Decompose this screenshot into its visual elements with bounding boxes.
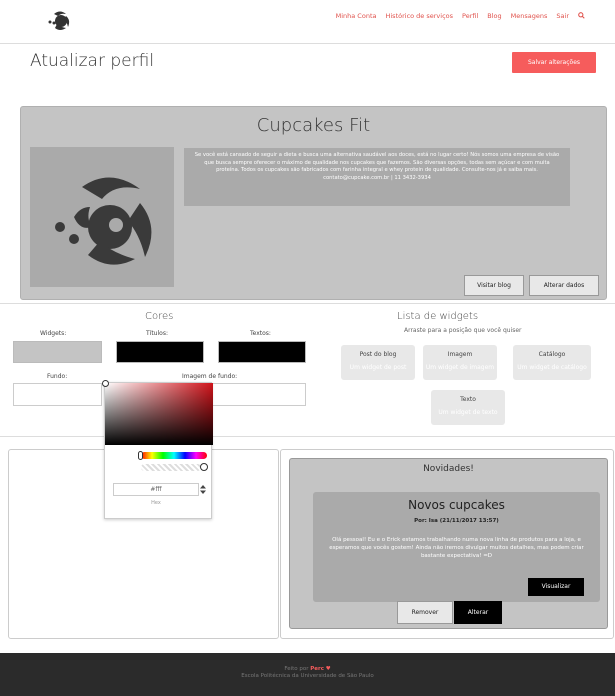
hue-handle[interactable] [138, 451, 143, 460]
news-post-card: Novos cupcakes Por: Isa (21/11/2017 13:5… [313, 492, 600, 602]
widget-text[interactable]: Texto Um widget de texto [431, 390, 505, 425]
widgets-color-label: Widgets: [40, 330, 67, 337]
nav-minha-conta[interactable]: Minha Conta [336, 12, 377, 20]
nav-mensagens[interactable]: Mensagens [511, 12, 548, 20]
store-logo-image[interactable] [30, 147, 174, 287]
alpha-handle[interactable] [200, 463, 208, 471]
news-title: Novidades! [423, 464, 474, 474]
made-by-text: Feito por [284, 666, 309, 672]
widget-subtitle: Um widget de imagem [425, 364, 495, 371]
widgets-color-swatch[interactable] [13, 341, 102, 363]
store-description: Se você está cansado de seguir a dieta e… [184, 148, 570, 206]
widget-subtitle: Um widget de post [349, 364, 407, 371]
alpha-slider[interactable] [141, 464, 201, 471]
store-name: Cupcakes Fit [256, 115, 371, 136]
saturation-area[interactable] [105, 383, 213, 445]
news-widget[interactable]: Novidades! Novos cupcakes Por: Isa (21/1… [289, 458, 608, 629]
top-nav: Minha Conta Histórico de serviços Perfil… [0, 0, 615, 40]
contact-text: contato@cupcake.com.br | 11 3432-3934 [323, 174, 431, 181]
nav-blog[interactable]: Blog [487, 12, 501, 20]
search-icon[interactable] [578, 12, 585, 19]
author-link[interactable]: Perc [310, 666, 324, 672]
section-divider [0, 436, 615, 437]
footer-institution: Escola Politécnica da Universidade de Sã… [241, 673, 374, 679]
texts-color-swatch[interactable] [218, 341, 306, 363]
background-color-label: Fundo: [47, 373, 68, 380]
visit-blog-button[interactable]: Visitar blog [464, 275, 524, 296]
colors-title: Cores [145, 311, 174, 322]
nav-sair[interactable]: Sair [556, 12, 569, 20]
profile-preview: Cupcakes Fit Se você está cansado de seg… [20, 106, 607, 300]
widget-title: Imagem [447, 351, 473, 358]
edit-widget-button[interactable]: Alterar [454, 601, 502, 624]
nav-links: Minha Conta Histórico de serviços Perfil… [336, 12, 585, 20]
hex-label: Hex [151, 500, 161, 506]
texts-color-label: Textos: [250, 330, 271, 337]
nav-divider [0, 43, 615, 44]
widget-title: Texto [460, 396, 476, 403]
widget-title: Post do blog [359, 351, 397, 358]
save-button[interactable]: Salvar alterações [512, 52, 596, 73]
cupcake-logo-icon [55, 177, 152, 265]
widget-image[interactable]: Imagem Um widget de imagem [423, 345, 497, 380]
background-image-label: Imagem de fundo: [182, 373, 238, 380]
nav-historico[interactable]: Histórico de serviços [385, 12, 453, 20]
description-text: Se você está cansado de seguir a dieta e… [194, 152, 560, 173]
background-color-input[interactable] [13, 383, 102, 406]
widget-title: Catálogo [538, 351, 566, 358]
hex-input[interactable]: #fff [113, 483, 199, 496]
widget-list-title: Lista de widgets [397, 311, 479, 322]
widget-subtitle: Um widget de catálogo [517, 364, 587, 371]
background-image-input[interactable] [212, 383, 306, 406]
titles-color-swatch[interactable] [116, 341, 204, 363]
hue-slider[interactable] [141, 452, 207, 459]
footer-credit: Feito por Perc ♥ [0, 666, 615, 672]
page-title: Atualizar perfil [30, 51, 155, 71]
saturation-handle[interactable] [102, 380, 109, 387]
format-toggle-icon[interactable] [200, 485, 206, 494]
edit-data-button[interactable]: Alterar dados [529, 275, 599, 296]
nav-perfil[interactable]: Perfil [462, 12, 478, 20]
widget-subtitle: Um widget de texto [438, 409, 498, 416]
remove-widget-button[interactable]: Remover [397, 601, 453, 624]
titles-color-label: Títulos: [146, 330, 168, 337]
cupcake-logo-icon[interactable] [46, 8, 72, 32]
post-body: Olá pessoal! Eu e o Erick estamos trabal… [329, 537, 584, 559]
footer: Feito por Perc ♥ Escola Politécnica da U… [0, 653, 615, 696]
post-title: Novos cupcakes [408, 498, 505, 512]
widget-list-subtitle: Arraste para a posição que você quiser [404, 327, 522, 334]
heart-icon: ♥ [325, 666, 331, 672]
widget-post[interactable]: Post do blog Um widget de post [341, 345, 415, 380]
view-post-button[interactable]: Visualizar [528, 578, 584, 596]
widget-catalog[interactable]: Catálogo Um widget de catálogo [513, 345, 591, 380]
color-picker-popup: #fff Hex [102, 380, 213, 519]
post-meta: Por: Isa (21/11/2017 13:57) [414, 518, 499, 524]
section-divider [0, 303, 615, 304]
